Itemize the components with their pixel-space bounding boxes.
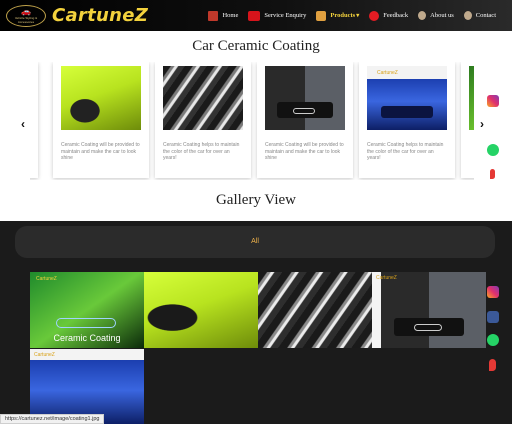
nav-service-enquiry[interactable]: Service Enquiry [248, 10, 307, 21]
instagram-icon[interactable] [487, 95, 499, 107]
status-bar-url: https://cartunez.net/image/coating1.jpg [0, 414, 105, 424]
facebook-icon[interactable] [487, 311, 499, 323]
filter-all-button[interactable]: All [15, 238, 495, 245]
tile-caption: Ceramic Coating [53, 333, 121, 343]
nav-feedback[interactable]: Feedback [369, 10, 409, 21]
nav-products-label: Products [330, 12, 356, 19]
nav-contact[interactable]: Contact [463, 11, 496, 20]
car-image [61, 66, 141, 130]
whatsapp-icon[interactable] [487, 144, 499, 156]
service-enquiry-icon [248, 10, 261, 21]
gallery-tile[interactable]: CartuneZ [372, 272, 486, 348]
card-partial-right[interactable] [461, 62, 474, 178]
ceramic-section: Car Ceramic Coating ‹ › Ceramic Coating … [0, 31, 512, 221]
nav-products[interactable]: Products ▾ [316, 10, 360, 21]
location-pin-icon[interactable] [490, 169, 495, 179]
gallery-tile[interactable]: CartuneZ Ceramic Coating [30, 272, 144, 348]
tile-watermark: CartuneZ [376, 275, 397, 281]
ceramic-slider: Ceramic Coating will be provided to main… [30, 62, 474, 180]
gallery-title: Gallery View [215, 192, 297, 208]
nav-feedback-label: Feedback [383, 12, 409, 19]
home-icon [208, 10, 219, 21]
instagram-icon[interactable] [487, 286, 499, 298]
brand-logo[interactable]: 🚗 Vehicle Styling & Accessories CartuneZ [0, 0, 148, 31]
gallery-tile[interactable] [258, 272, 372, 348]
contact-icon [463, 11, 472, 20]
car-logo-icon: 🚗 [21, 6, 31, 16]
gallery-filter-bar: All [15, 226, 495, 258]
brand-name[interactable]: CartuneZ [52, 5, 148, 26]
car-image [163, 66, 243, 130]
car-image: CartuneZ [367, 66, 447, 130]
nav-contact-label: Contact [475, 12, 496, 19]
tile-watermark: CartuneZ [34, 352, 55, 358]
card-description: Ceramic Coating will be provided to main… [265, 142, 344, 161]
nav-about-label: About us [430, 12, 454, 19]
gallery-section: All CartuneZ Ceramic Coating CartuneZ Ca… [0, 221, 512, 424]
navbar: 🚗 Vehicle Styling & Accessories CartuneZ… [0, 0, 512, 31]
nav-about[interactable]: About us [418, 11, 454, 20]
car-image [469, 66, 474, 130]
feedback-icon [369, 10, 380, 21]
nav-links: Home Service Enquiry Products ▾ Feedback… [198, 0, 496, 31]
gallery-tile[interactable] [144, 272, 258, 348]
nav-home-label: Home [222, 12, 239, 19]
products-icon [316, 10, 327, 21]
whatsapp-icon[interactable] [487, 334, 499, 346]
location-pin-icon[interactable] [489, 359, 496, 371]
service-card[interactable]: Ceramic Coating will be provided to main… [257, 62, 353, 178]
gallery-tile[interactable]: CartuneZ [30, 349, 144, 424]
logo-badge: 🚗 Vehicle Styling & Accessories [6, 4, 46, 27]
card-description: Ceramic Coating helps to maintain the co… [367, 142, 444, 161]
prev-arrow-icon[interactable]: ‹ [21, 117, 25, 131]
nav-service-label: Service Enquiry [264, 12, 307, 19]
service-card[interactable]: CartuneZ Ceramic Coating helps to mainta… [359, 62, 455, 178]
service-card[interactable]: Ceramic Coating will be provided to main… [53, 62, 149, 178]
card-partial-left[interactable] [30, 62, 38, 178]
car-image [265, 66, 345, 130]
tile-watermark: CartuneZ [36, 276, 57, 282]
nav-home[interactable]: Home [208, 10, 239, 21]
card-description: Ceramic Coating will be provided to main… [61, 142, 140, 161]
section-title: Car Ceramic Coating [192, 38, 320, 54]
logo-tagline: Vehicle Styling & Accessories [14, 15, 38, 24]
card-watermark: CartuneZ [377, 70, 398, 76]
next-arrow-icon[interactable]: › [480, 117, 484, 131]
service-card[interactable]: Ceramic Coating helps to maintain the co… [155, 62, 251, 178]
chevron-down-icon: ▾ [356, 13, 360, 19]
about-icon [418, 11, 427, 20]
card-description: Ceramic Coating helps to maintain the co… [163, 142, 240, 161]
